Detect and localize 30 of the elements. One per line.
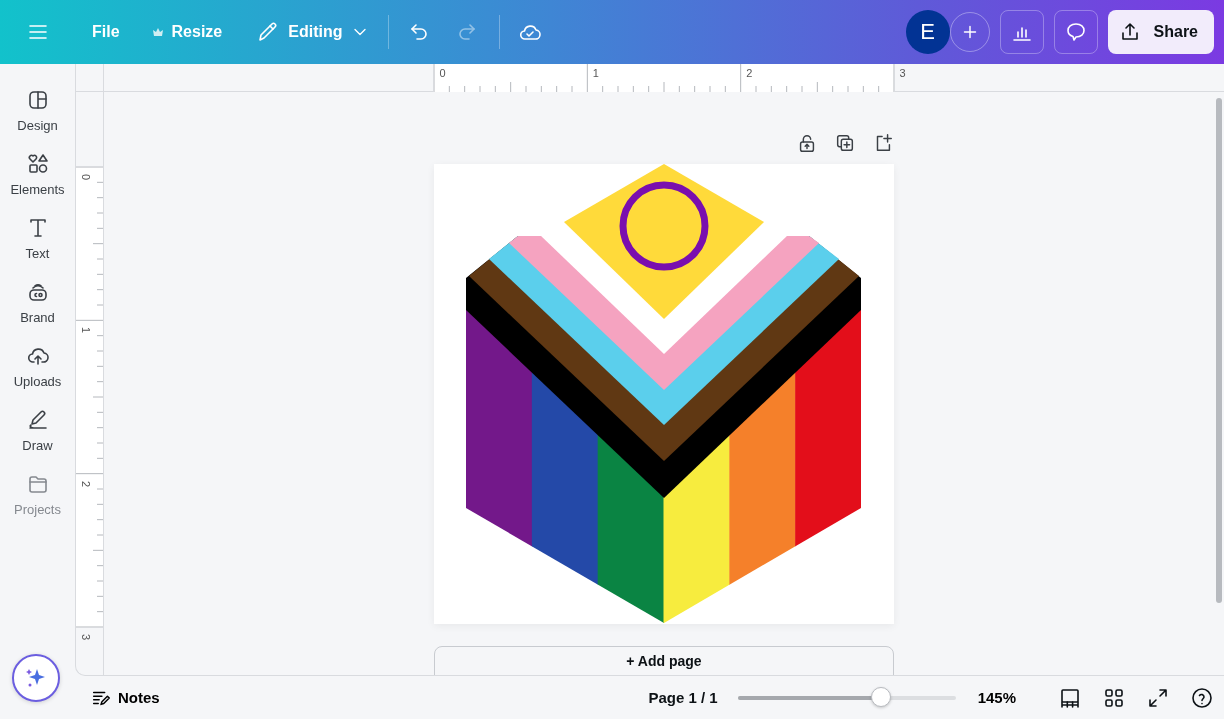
ruler-number: 2 xyxy=(746,67,753,79)
notes-button[interactable]: Notes xyxy=(90,686,160,709)
scrollbar[interactable] xyxy=(1216,98,1222,603)
ruler-number: 3 xyxy=(899,67,906,79)
sidebar-tab[interactable]: Elements xyxy=(2,152,73,197)
sidebar-tab[interactable]: Design xyxy=(2,88,73,133)
slider-thumb[interactable] xyxy=(870,686,891,707)
user-avatar[interactable]: E xyxy=(905,10,950,54)
crown-icon xyxy=(151,26,164,38)
comment-button[interactable] xyxy=(1053,10,1098,54)
insights-button[interactable] xyxy=(999,10,1044,54)
sidebar-tab[interactable]: Text xyxy=(2,216,73,261)
page-indicator[interactable]: Page 1 / 1 xyxy=(648,689,718,706)
ruler-number: 1 xyxy=(80,327,93,334)
ruler-number: 0 xyxy=(80,173,93,181)
ruler-number: 0 xyxy=(439,67,446,79)
zoom-percentage[interactable]: 145% xyxy=(977,689,1016,706)
share-button[interactable]: Share xyxy=(1107,10,1214,54)
ruler-number: 1 xyxy=(592,67,599,79)
duplicate-page-button[interactable] xyxy=(834,132,856,154)
zoom-slider[interactable] xyxy=(737,686,956,709)
shapes-icon[interactable] xyxy=(25,152,50,176)
add-page-button[interactable]: + Add page xyxy=(434,646,894,675)
ruler-number: 3 xyxy=(80,633,93,641)
magic-assistant-button[interactable] xyxy=(12,654,60,702)
ruler-number: 2 xyxy=(80,480,93,487)
help-button[interactable] xyxy=(1190,685,1214,710)
sidebar-tab[interactable]: Uploads xyxy=(2,344,73,389)
sidebar-tab[interactable]: Draw xyxy=(2,408,73,453)
sidebar-tab[interactable]: Brand xyxy=(2,280,73,325)
